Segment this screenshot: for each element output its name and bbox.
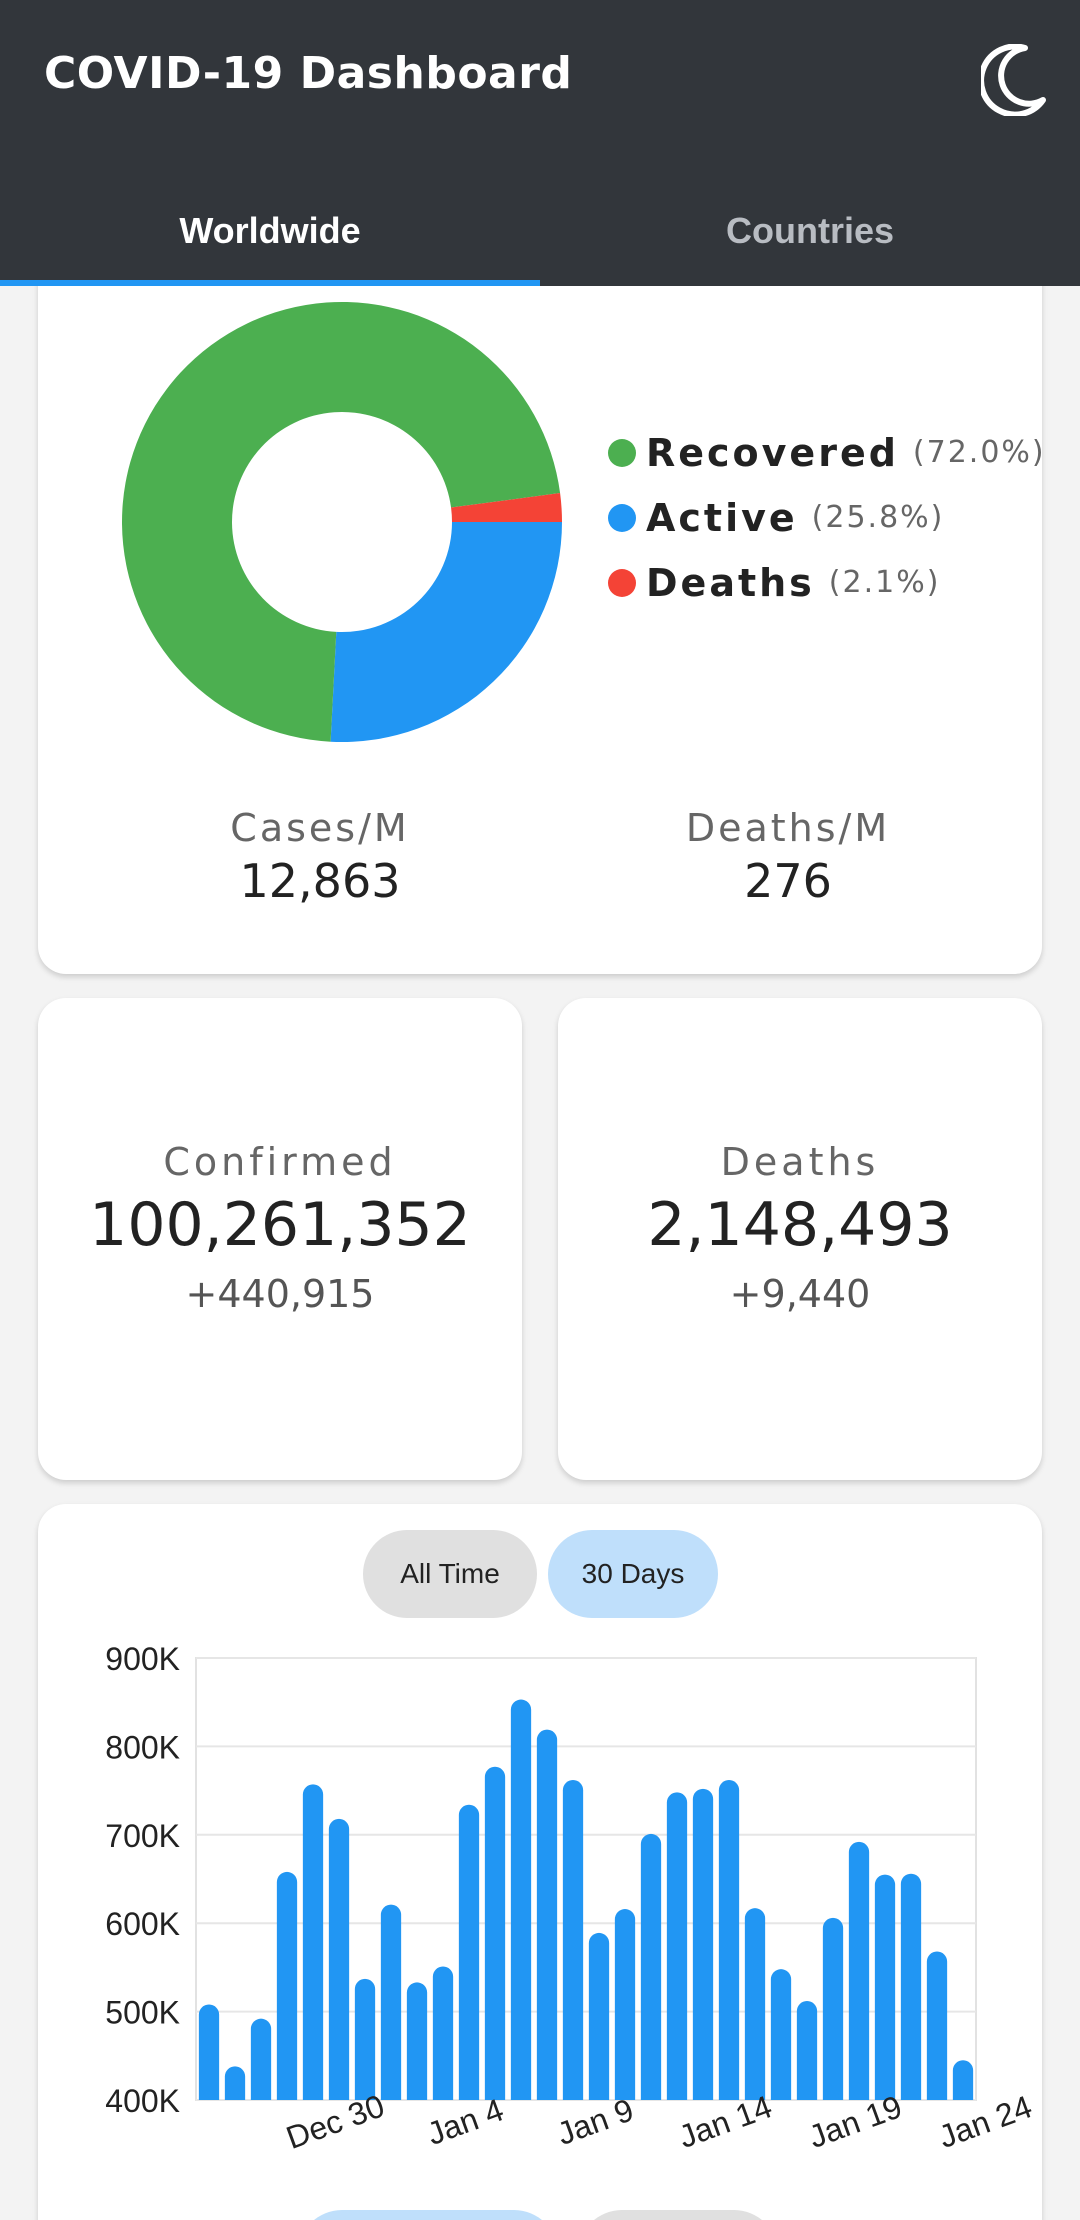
legend-item-deaths: Deaths (2.1%) xyxy=(608,540,1046,625)
bar xyxy=(822,1917,844,2100)
bottom-toggle-right[interactable] xyxy=(578,2210,778,2220)
deaths-content: Deaths 2,148,493 +9,440 xyxy=(558,1140,1042,1316)
bar xyxy=(666,1792,688,2100)
daily-cases-chart-card: All Time 30 Days 400K 500K 600K 700K 800K 900… xyxy=(38,1504,1042,2220)
bar xyxy=(484,1766,506,2100)
deaths-label: Deaths xyxy=(720,1140,880,1184)
y-tick-label: 700K xyxy=(105,1818,180,1854)
moon-icon xyxy=(981,44,1046,116)
bar xyxy=(640,1833,662,2100)
bar xyxy=(744,1908,766,2100)
legend-percent: (72.0%) xyxy=(912,435,1046,470)
confirmed-value: 100,261,352 xyxy=(89,1190,471,1260)
bar xyxy=(458,1804,480,2100)
bar xyxy=(302,1784,324,2100)
confirmed-delta: +440,915 xyxy=(185,1272,375,1316)
deaths-delta: +9,440 xyxy=(729,1272,871,1316)
bar xyxy=(562,1779,584,2100)
bar xyxy=(718,1779,740,2100)
tab-indicator xyxy=(0,280,540,286)
legend-percent: (2.1%) xyxy=(828,565,941,600)
bar xyxy=(536,1729,558,2100)
bar xyxy=(848,1841,870,2100)
bar xyxy=(198,2004,220,2100)
legend-label: Recovered xyxy=(646,430,899,475)
cases-per-million-value: 12,863 xyxy=(239,854,401,908)
case-breakdown-donut-chart xyxy=(122,302,562,742)
bar xyxy=(952,2060,974,2100)
theme-toggle-button[interactable] xyxy=(976,38,1052,122)
deaths-value: 2,148,493 xyxy=(647,1190,953,1260)
cases-per-million-label: Cases/M xyxy=(230,806,410,850)
bar xyxy=(588,1932,610,2100)
y-tick-label: 600K xyxy=(105,1906,180,1942)
y-tick-label: 400K xyxy=(105,2083,180,2119)
bar xyxy=(380,1904,402,2100)
tab-worldwide-label: Worldwide xyxy=(179,210,361,251)
recovered-dot-icon xyxy=(608,438,636,467)
confirmed-card: Confirmed 100,261,352 +440,915 xyxy=(38,998,522,1480)
pie-legend: Recovered (72.0%) Active (25.8%) Deaths … xyxy=(608,410,1046,625)
legend-percent: (25.8%) xyxy=(811,500,945,535)
legend-label: Deaths xyxy=(646,560,815,605)
legend-label: Active xyxy=(646,495,798,540)
daily-cases-bar-chart: 400K500K600K700K800K900KDec 30 Jan 4 Jan 9… xyxy=(105,1641,1037,2156)
bar xyxy=(354,1978,376,2100)
tab-bar: Worldwide Countries xyxy=(0,176,1080,286)
bottom-toggle-left[interactable] xyxy=(298,2210,558,2220)
bar xyxy=(250,2018,272,2100)
slice-active xyxy=(330,522,562,742)
bar xyxy=(406,1982,428,2100)
deaths-per-million-label: Deaths/M xyxy=(685,806,891,850)
deaths-per-million: Deaths/M 276 xyxy=(588,806,988,908)
deaths-dot-icon xyxy=(608,568,636,597)
bar xyxy=(276,1871,298,2100)
x-tick-label: Jan 24 xyxy=(934,2088,1037,2155)
bar xyxy=(874,1874,896,2100)
tab-countries[interactable]: Countries xyxy=(540,176,1080,286)
bar xyxy=(432,1966,454,2100)
tab-countries-label: Countries xyxy=(725,210,894,251)
deaths-card: Deaths 2,148,493 +9,440 xyxy=(558,998,1042,1480)
cases-per-million: Cases/M 12,863 xyxy=(120,806,520,908)
confirmed-content: Confirmed 100,261,352 +440,915 xyxy=(38,1140,522,1316)
bar xyxy=(900,1873,922,2100)
y-tick-label: 900K xyxy=(105,1641,180,1677)
deaths-per-million-value: 276 xyxy=(744,854,832,908)
app-title: COVID-19 Dashboard xyxy=(44,48,573,99)
bar xyxy=(692,1788,714,2100)
y-tick-label: 800K xyxy=(105,1729,180,1765)
bar xyxy=(796,2000,818,2100)
y-tick-label: 500K xyxy=(105,1995,180,2031)
bar xyxy=(770,1969,792,2100)
bar xyxy=(328,1818,350,2100)
bar xyxy=(614,1909,636,2100)
app-bar: COVID-19 Dashboard Worldwide Countries xyxy=(0,0,1080,286)
bar xyxy=(224,2066,246,2100)
bar xyxy=(926,1951,948,2100)
confirmed-label: Confirmed xyxy=(163,1140,397,1184)
bar xyxy=(510,1699,532,2100)
tab-worldwide[interactable]: Worldwide xyxy=(0,176,540,286)
active-dot-icon xyxy=(608,503,636,532)
